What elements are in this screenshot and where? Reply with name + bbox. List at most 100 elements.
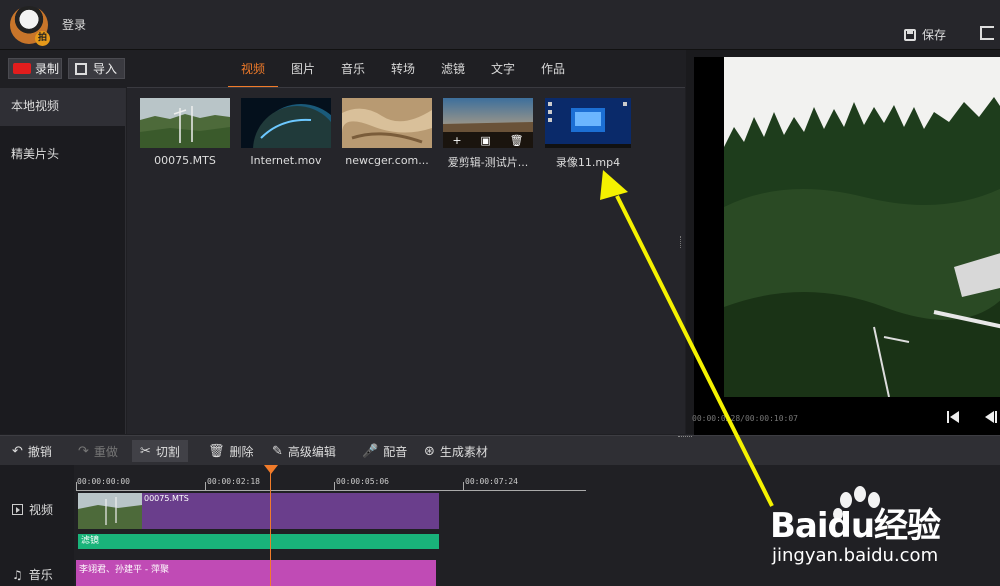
delete-button[interactable]: 🗑 删除 (208, 436, 254, 466)
tick-label: 00:00:00:00 (77, 477, 130, 486)
music-track-label: 音乐 (28, 568, 53, 582)
filter-clip[interactable]: 滤镜 (78, 534, 439, 549)
delete-label: 删除 (229, 444, 254, 459)
preview-time: 00:00:0…28/00:00:10:07 (692, 414, 798, 423)
pencil-icon: ✎ (272, 443, 283, 459)
clip-thumbnail (78, 493, 142, 529)
trash-icon: 🗑 (208, 443, 225, 459)
tick-label: 00:00:05:06 (336, 477, 389, 486)
import-label: 导入 (93, 62, 118, 76)
record-label: 录制 (35, 62, 60, 76)
undo-label: 撤销 (27, 444, 52, 459)
preview-panel (686, 50, 1000, 447)
edit-toolbar: ↶ 撤销 ↷ 重做 ✂ 切割 🗑 删除 ✎ 高级编辑 🎤 配音 ⊛ 生成素材 (0, 435, 1000, 465)
trash-icon[interactable]: 🗑 (510, 134, 524, 147)
save-icon (904, 28, 916, 41)
cut-button[interactable]: ✂ 切割 (132, 440, 188, 462)
undo-button[interactable]: ↶ 撤销 (12, 436, 52, 466)
media-name: Internet.mov (250, 154, 322, 167)
title-bar: 拍 登录 保存 (0, 0, 1000, 50)
watermark-url: jingyan.baidu.com (772, 545, 939, 566)
redo-button[interactable]: ↷ 重做 (78, 436, 118, 466)
logo-badge: 拍 (35, 31, 50, 46)
add-to-timeline-icon[interactable]: + (452, 134, 461, 147)
media-item[interactable]: 录像11.mp4 (545, 98, 631, 170)
media-name: 录像11.mp4 (555, 156, 621, 169)
media-thumbnail[interactable] (342, 98, 432, 148)
save-button[interactable]: 保存 (904, 26, 946, 43)
track-label-music: ♫ 音乐 (12, 566, 53, 583)
track-labels: 视频 ♫ 音乐 (0, 465, 74, 586)
preview-icon[interactable]: ▣ (480, 134, 490, 147)
watermark-brand: Baidu经验 (770, 506, 941, 546)
cut-label: 切割 (155, 444, 180, 459)
tick (463, 482, 464, 490)
advanced-edit-label: 高级编辑 (287, 444, 336, 459)
tab-transition[interactable]: 转场 (378, 50, 428, 88)
sidebar-item-intro[interactable]: 精美片头 (0, 136, 125, 174)
media-item[interactable]: newcger.com... (342, 98, 432, 167)
panel-splitter[interactable] (680, 236, 683, 248)
sidebar-item-local-video[interactable]: 本地视频 (0, 88, 125, 126)
tick (76, 482, 77, 490)
tab-video[interactable]: 视频 (228, 50, 278, 88)
playhead-handle[interactable] (264, 465, 278, 474)
video-track-label: 视频 (29, 503, 54, 517)
video-track-icon (12, 504, 23, 515)
record-button[interactable]: 录制 (8, 58, 62, 79)
media-thumbnail[interactable]: + ▣ 🗑 (443, 98, 533, 148)
import-button[interactable]: 导入 (68, 58, 125, 79)
film-reel-icon: ⊛ (424, 443, 435, 459)
music-note-icon: ♫ (12, 567, 23, 582)
record-icon (13, 63, 31, 74)
tick (334, 482, 335, 490)
tab-filter[interactable]: 滤镜 (428, 50, 478, 88)
save-label: 保存 (922, 28, 947, 42)
video-clip[interactable]: 00075.MTS (78, 493, 439, 529)
media-thumbnail[interactable] (545, 98, 631, 148)
app-logo[interactable]: 拍 (10, 6, 50, 46)
media-grid: 00075.MTS Internet.mov newcger.com... + … (127, 88, 685, 434)
tab-image[interactable]: 图片 (278, 50, 328, 88)
generate-label: 生成素材 (439, 444, 488, 459)
import-icon (75, 62, 87, 75)
login-link[interactable]: 登录 (62, 16, 86, 33)
media-thumbnail[interactable] (140, 98, 230, 148)
library-tabs: 视频 图片 音乐 转场 滤镜 文字 作品 (228, 50, 578, 88)
timeline-ruler[interactable]: 00:00:00:00 00:00:02:18 00:00:05:06 00:0… (76, 475, 586, 491)
music-clip[interactable]: 李翊君、孙建平 - 萍聚 (76, 560, 436, 586)
timeline-splitter[interactable] (678, 436, 692, 439)
thumbnail-hover-actions: + ▣ 🗑 (443, 132, 533, 148)
tick (205, 482, 206, 490)
media-name: newcger.com... (345, 154, 429, 167)
export-icon[interactable] (980, 26, 994, 40)
library-sidebar: 本地视频 精美片头 (0, 88, 126, 434)
tick-label: 00:00:02:18 (207, 477, 260, 486)
tab-text[interactable]: 文字 (478, 50, 528, 88)
generate-material-button[interactable]: ⊛ 生成素材 (424, 436, 488, 466)
preview-video[interactable] (694, 57, 1000, 447)
playhead-line (270, 469, 271, 586)
video-clip-name: 00075.MTS (144, 494, 189, 503)
track-label-video: 视频 (12, 501, 53, 518)
scissors-icon: ✂ (140, 443, 151, 459)
tick-label: 00:00:07:24 (465, 477, 518, 486)
dub-button[interactable]: 🎤 配音 (362, 436, 407, 466)
preview-frame (724, 57, 1000, 397)
advanced-edit-button[interactable]: ✎ 高级编辑 (272, 436, 336, 466)
media-name: 00075.MTS (154, 154, 216, 167)
redo-label: 重做 (93, 444, 118, 459)
undo-icon: ↶ (12, 443, 23, 459)
media-item[interactable]: + ▣ 🗑 爱剪辑-测试片... (443, 98, 533, 170)
dub-label: 配音 (383, 444, 408, 459)
redo-icon: ↷ (78, 443, 89, 459)
tab-music[interactable]: 音乐 (328, 50, 378, 88)
media-item[interactable]: 00075.MTS (140, 98, 230, 167)
tab-works[interactable]: 作品 (528, 50, 578, 88)
microphone-icon: 🎤 (362, 443, 379, 459)
media-item[interactable]: Internet.mov (241, 98, 331, 167)
play-back-icon[interactable] (984, 410, 998, 424)
previous-frame-icon[interactable] (947, 410, 959, 424)
media-name: 爱剪辑-测试片... (447, 156, 529, 169)
media-thumbnail[interactable] (241, 98, 331, 148)
